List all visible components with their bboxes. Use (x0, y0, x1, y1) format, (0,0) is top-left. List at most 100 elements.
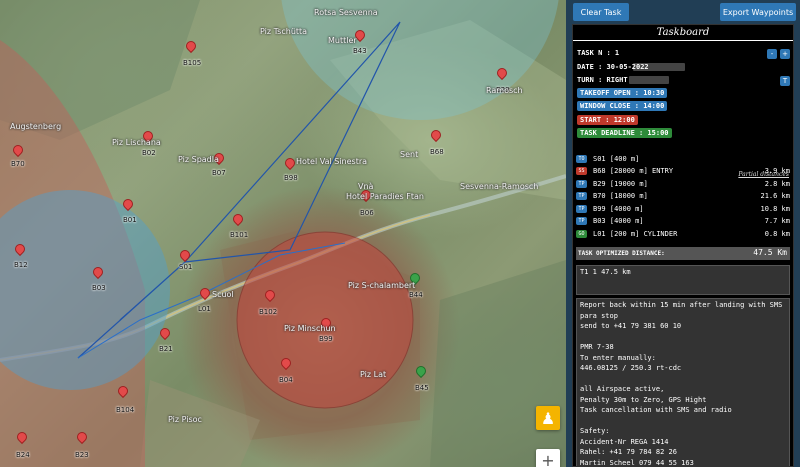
place-label: Piz Tschütta (260, 27, 308, 36)
note-line: para stop (580, 311, 618, 320)
place-label: Hotel Val Sinestra (296, 157, 368, 166)
zoom-in-button[interactable]: + (536, 449, 560, 467)
clear-task-button[interactable]: Clear Task (573, 3, 629, 21)
increment-button[interactable]: + (780, 49, 790, 59)
turnpoint-distance: 0.8 km (764, 230, 790, 238)
decrement-button[interactable]: - (767, 49, 777, 59)
turnpoint-name: L01 [200 m] CYLINDER (593, 230, 678, 238)
place-label: Piz Lischana (112, 138, 161, 147)
export-waypoints-button[interactable]: Export Waypoints (720, 3, 796, 21)
waypoint-label: B45 (415, 384, 429, 392)
note-line: Report back within 15 min after landing … (580, 301, 783, 309)
turnpoint-distance: 10.8 km (760, 205, 790, 213)
optimized-distance-label: TASK OPTIMIZED DISTANCE: (578, 250, 665, 257)
place-label: Augstenberg (10, 122, 62, 131)
turnpoint-badge: SS (576, 167, 587, 175)
turnpoint-badge: TP (576, 192, 587, 200)
waypoint-label: L01 (198, 305, 211, 313)
start-time[interactable]: START : 12:00 (577, 115, 638, 125)
turnpoint-name: B99 [4000 m] (593, 205, 644, 213)
note-line: send to +41 79 381 60 10 (580, 322, 682, 330)
place-label: Piz Pisoc (168, 415, 202, 424)
turnpoint-row[interactable]: TO S01 [400 m] (576, 154, 790, 165)
waypoint-label: B70 (11, 160, 25, 168)
place-label: Sesvenna-Ramosch (460, 182, 539, 191)
waypoint-label: B06 (360, 209, 374, 217)
map-overlays (0, 0, 566, 467)
turnpoint-name: B03 [4000 m] (593, 217, 644, 225)
waypoint-label: B44 (409, 291, 423, 299)
waypoint-label: B101 (230, 231, 249, 239)
note-line: Martin Scheel 079 44 55 163 (580, 458, 694, 467)
turn-field[interactable] (629, 76, 669, 84)
turnpoint-badge: GO (576, 230, 587, 238)
turnpoint-row[interactable]: TP B29 [19000 m] 2.8 km (576, 179, 790, 190)
note-line: Penalty 30m to Zero, GPS Hight (580, 395, 707, 404)
waypoint-label: B43 (353, 47, 367, 55)
task-date: DATE : 30-05-2022 (577, 63, 649, 71)
task-turn: TURN : RIGHT (577, 76, 628, 84)
takeoff-open[interactable]: TAKEOFF OPEN : 10:30 (577, 88, 668, 98)
place-label: Rotsa Sesvenna (314, 8, 378, 17)
waypoint-label: B02 (142, 149, 156, 157)
note-line (580, 417, 786, 428)
place-label: Ramosch (486, 86, 523, 95)
t-button[interactable]: T (780, 76, 790, 86)
place-label: Piz S-chalambert (348, 281, 416, 290)
turnpoint-distance: 2.8 km (764, 180, 790, 188)
turnpoint-badge: TO (576, 155, 587, 163)
note-line: To enter manually: (580, 353, 656, 362)
turnpoint-distance: 21.6 km (760, 192, 790, 200)
waypoint-label: B68 (430, 148, 444, 156)
taskboard-title: Taskboard (573, 25, 793, 41)
turnpoint-name: B29 [19000 m] (593, 180, 648, 188)
task-string: T1 1 47.5 km (580, 268, 631, 276)
note-line: Safety: (580, 427, 610, 435)
place-label: Piz Spadla (178, 155, 219, 164)
turnpoint-name: S01 [400 m] (593, 155, 640, 163)
turnpoint-row[interactable]: TP B99 [4000 m] 10.8 km (576, 204, 790, 215)
task-deadline[interactable]: TASK DEADLINE : 15:00 (577, 128, 672, 138)
waypoint-label: S01 (179, 263, 193, 271)
turnpoint-badge: TP (576, 205, 587, 213)
note-line (580, 333, 786, 344)
waypoint-label: B99 (319, 335, 333, 343)
note-line: Task cancellation with SMS and radio (580, 406, 732, 414)
taskboard: Taskboard TASK N : 1 - + DATE : 30-05-20… (572, 24, 794, 467)
note-line: Rahel: +41 79 784 82 26 (580, 448, 677, 456)
waypoint-label: B07 (212, 169, 226, 177)
place-label: Hotel Paradies Ftan (346, 192, 424, 201)
waypoint-label: B03 (92, 284, 106, 292)
waypoint-label: B21 (159, 345, 173, 353)
turnpoint-name: B68 [28000 m] ENTRY (593, 167, 674, 175)
window-close[interactable]: WINDOW CLOSE : 14:00 (577, 101, 668, 111)
place-label: Vnà (358, 182, 374, 191)
note-line: all Airspace active, (580, 385, 665, 393)
turnpoint-row[interactable]: SS B68 [28000 m] ENTRY 3.9 km (576, 166, 790, 177)
task-notes-box[interactable]: Report back within 15 min after landing … (576, 298, 790, 467)
person-icon[interactable]: ♟ (536, 406, 560, 430)
map-view[interactable]: B105 B43 B02 B07 B98 B70 B06 B01 B101 B1… (0, 0, 566, 467)
note-line: PMR 7-38 (580, 343, 614, 351)
task-number: TASK N : 1 (577, 49, 620, 57)
task-string-box[interactable]: T1 1 47.5 km (576, 265, 790, 295)
waypoint-label: B24 (16, 451, 30, 459)
side-panel: Clear Task Export Waypoints Taskboard TA… (566, 0, 800, 467)
turnpoint-distance: 7.7 km (764, 217, 790, 225)
place-label: Sent (400, 150, 419, 159)
optimized-distance-value: 47.5 Km (753, 248, 787, 257)
waypoint-label: B105 (183, 59, 202, 67)
place-label: Piz Minschun (284, 324, 336, 333)
turnpoint-badge: TP (576, 180, 587, 188)
note-line: 446.08125 / 250.3 rt-cdc (580, 364, 682, 372)
optimized-distance-row: TASK OPTIMIZED DISTANCE: 47.5 Km (576, 247, 790, 260)
waypoint-label: B01 (123, 216, 137, 224)
turnpoint-row[interactable]: TP B70 [18000 m] 21.6 km (576, 191, 790, 202)
place-label: Scuol (212, 290, 234, 299)
turnpoint-row[interactable]: GO L01 [200 m] CYLINDER 0.8 km (576, 229, 790, 240)
turnpoint-row[interactable]: TP B03 [4000 m] 7.7 km (576, 216, 790, 227)
place-label: Piz Lat (360, 370, 387, 379)
turnpoint-badge: TP (576, 217, 587, 225)
note-line (580, 375, 786, 386)
note-line: Accident-Nr REGA 1414 (580, 437, 669, 446)
